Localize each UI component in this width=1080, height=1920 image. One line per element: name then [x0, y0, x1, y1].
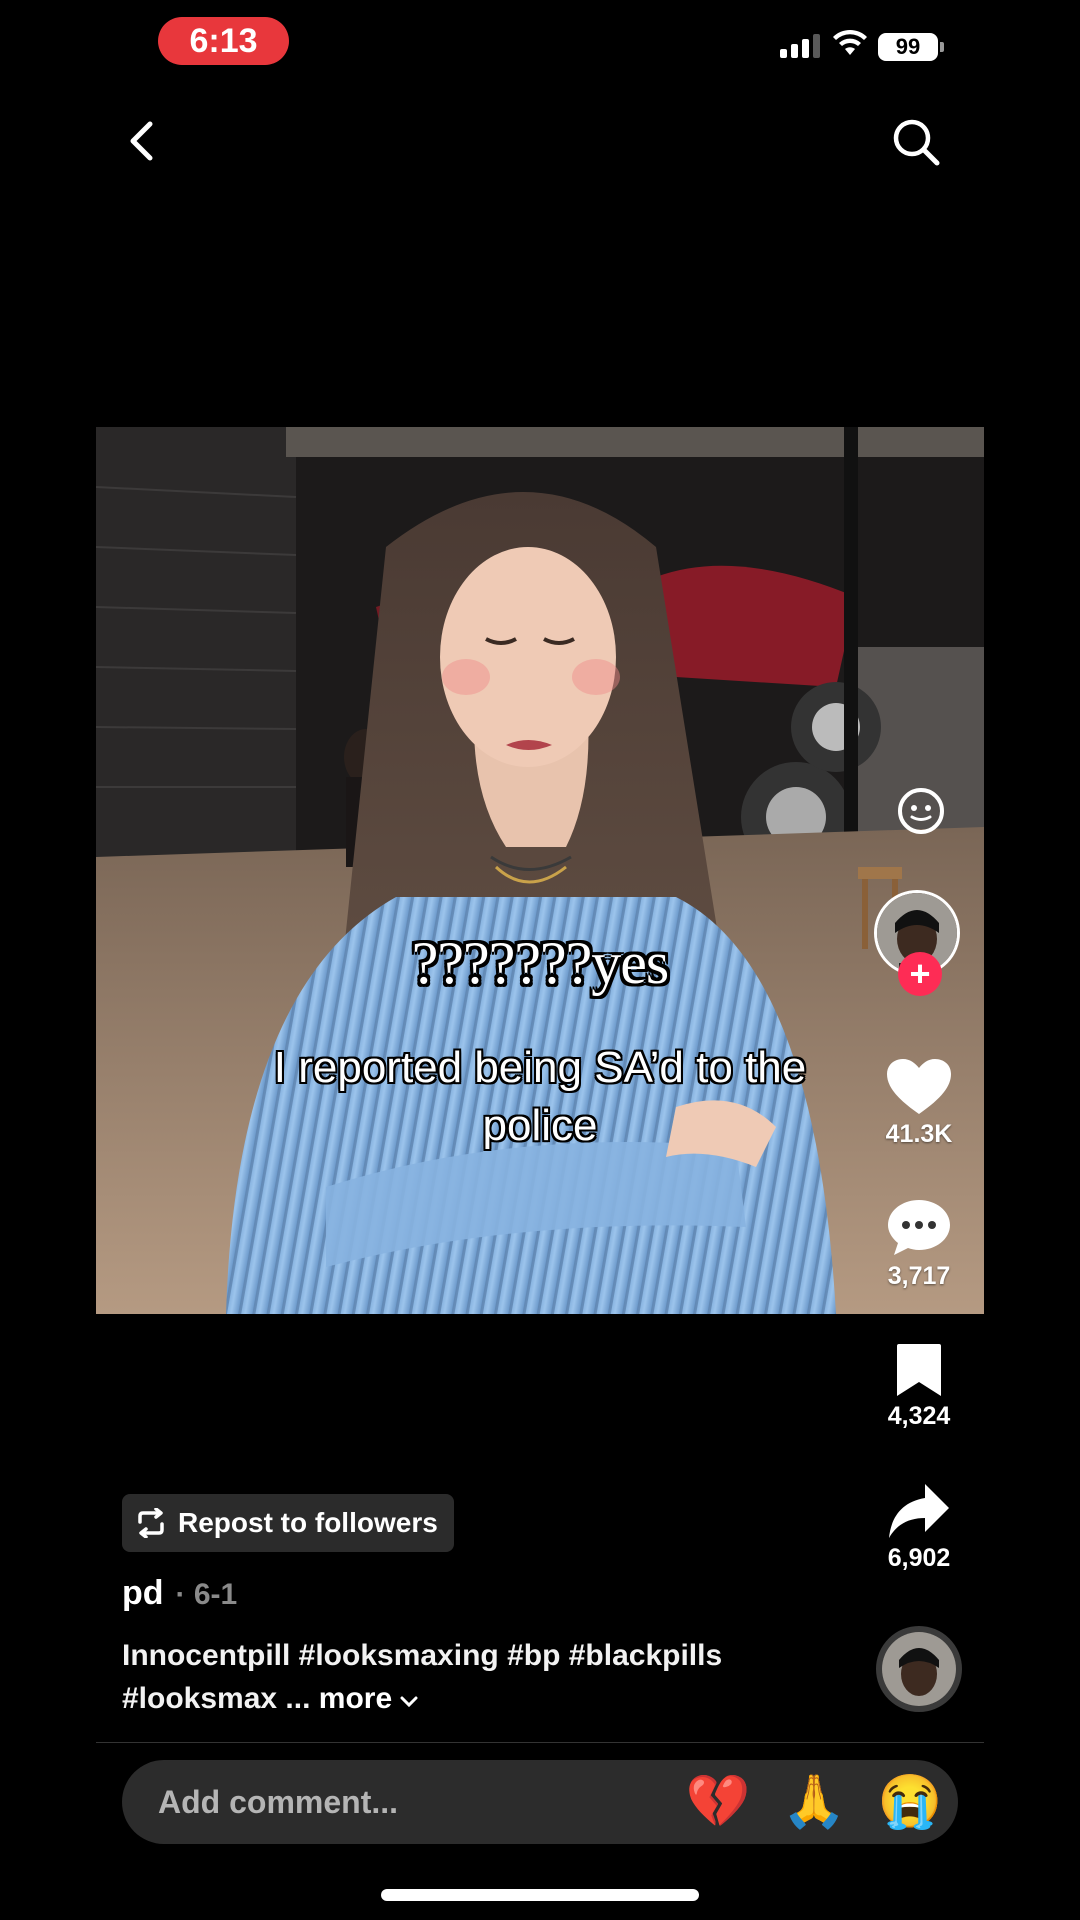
caption-text: Innocentpill #looksmaxing #bp #blackpill… [122, 1639, 723, 1715]
emoji-broken-heart[interactable]: 💔 [670, 1776, 766, 1828]
repost-button[interactable]: Repost to followers [122, 1494, 454, 1552]
comment-bar[interactable]: Add comment... 💔 🙏 😭 [122, 1760, 958, 1844]
video-overlay-top-text: ???????yes [411, 930, 669, 996]
save-button[interactable]: 4,324 [864, 1342, 974, 1431]
video-player[interactable]: ???????yes I reported being SA’d to the … [96, 427, 984, 1314]
more-link[interactable]: more [319, 1682, 419, 1715]
video-frame [96, 427, 984, 1314]
follow-button[interactable]: + [898, 952, 942, 996]
more-label: more [318, 1682, 393, 1715]
effect-face-icon[interactable] [896, 786, 946, 836]
repost-label: Repost to followers [178, 1507, 438, 1538]
share-arrow-icon [889, 1484, 949, 1538]
save-count: 4,324 [887, 1402, 951, 1430]
sound-disc[interactable] [876, 1626, 962, 1712]
search-icon[interactable] [890, 116, 942, 168]
battery-indicator: 99 [878, 33, 944, 61]
status-time: 6:13 [158, 17, 289, 65]
heart-icon [887, 1059, 951, 1114]
home-indicator[interactable] [381, 1889, 699, 1901]
share-button[interactable]: 6,902 [864, 1482, 974, 1573]
chevron-left-icon[interactable] [120, 118, 166, 164]
video-caption[interactable]: Innocentpill #looksmaxing #bp #blackpill… [122, 1634, 822, 1720]
like-count: 41.3K [885, 1120, 953, 1148]
bookmark-icon [897, 1344, 941, 1396]
add-comment-input[interactable]: Add comment... [158, 1784, 670, 1821]
post-date: · 6-1 [175, 1578, 238, 1611]
signal-icon [780, 32, 820, 58]
chevron-down-icon [400, 1696, 418, 1708]
author-name[interactable]: pd [122, 1574, 164, 1613]
comment-count: 3,717 [887, 1262, 951, 1290]
video-overlay-caption: I reported being SA’d to the police [273, 1043, 807, 1150]
wifi-icon [833, 29, 867, 55]
creator-avatar[interactable]: + [874, 890, 964, 1000]
repost-icon [138, 1508, 164, 1538]
author-line: pd · 6-1 [122, 1574, 237, 1613]
emoji-praying-hands[interactable]: 🙏 [766, 1776, 862, 1828]
divider [96, 1742, 984, 1743]
emoji-loudly-crying[interactable]: 😭 [862, 1776, 958, 1828]
sound-avatar-image [882, 1632, 956, 1706]
share-count: 6,902 [887, 1544, 951, 1572]
comment-button[interactable]: 3,717 [864, 1198, 974, 1291]
comment-bubble-icon [888, 1200, 950, 1255]
like-button[interactable]: 41.3K [864, 1058, 974, 1149]
